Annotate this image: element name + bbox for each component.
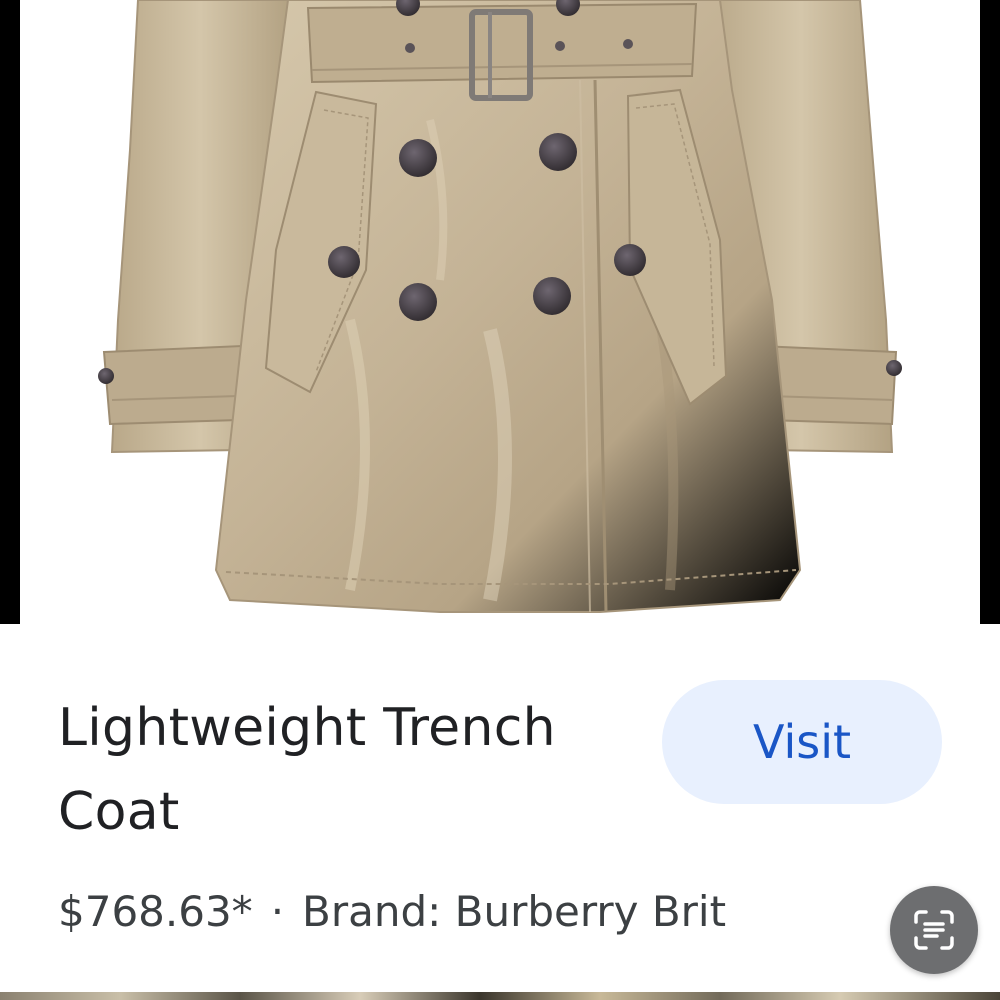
related-results-strip <box>0 992 1000 1000</box>
trench-coat-illustration <box>98 0 902 613</box>
product-info-panel: Lightweight Trench Coat Visit $768.63* · B… <box>0 624 1000 1000</box>
visit-button[interactable]: Visit <box>662 680 942 804</box>
meta-separator: · <box>270 887 285 936</box>
lens-scan-button[interactable] <box>890 886 978 974</box>
product-price: $768.63* <box>58 887 253 936</box>
left-cuff <box>102 344 244 426</box>
product-brand: Brand: Burberry Brit <box>302 887 727 936</box>
product-image[interactable] <box>20 0 980 624</box>
product-meta: $768.63* · Brand: Burberry Brit <box>58 882 726 942</box>
product-title[interactable]: Lightweight Trench Coat <box>58 686 648 854</box>
lens-scan-icon <box>914 910 954 950</box>
product-image-frame <box>0 0 1000 624</box>
belt <box>306 2 698 84</box>
